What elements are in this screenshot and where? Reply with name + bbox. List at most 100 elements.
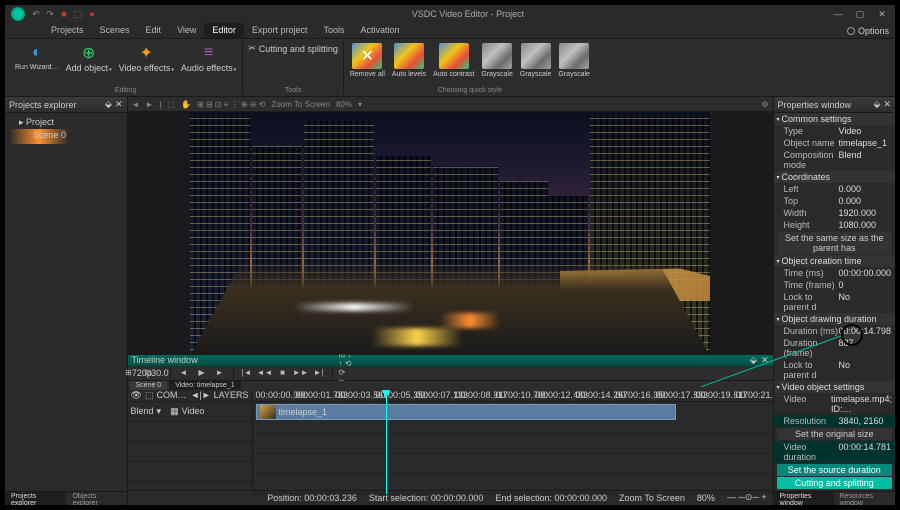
tool-select-icon[interactable]: ⬚ xyxy=(167,100,175,109)
group-tools-label: Tools xyxy=(285,87,301,94)
redo-icon[interactable]: ↷ xyxy=(45,9,55,20)
eye-icon[interactable]: 👁 xyxy=(131,390,142,401)
app-logo xyxy=(11,7,25,21)
qat: ↶ ↷ ■ ⬚ ● xyxy=(31,9,97,20)
tl-tab-scene[interactable]: Scene 0 xyxy=(130,381,168,390)
style-auto-contrast[interactable]: Auto contrast xyxy=(430,41,477,81)
tool-hand-icon[interactable]: ✋ xyxy=(181,100,191,109)
timeline-title: Timeline window xyxy=(132,355,198,365)
style-remove-all[interactable]: ✕Remove all xyxy=(347,41,388,81)
open-icon[interactable]: ⬚ xyxy=(73,9,83,20)
playhead[interactable] xyxy=(386,390,387,494)
tree-scene[interactable]: Scene 0 xyxy=(9,129,69,144)
project-tree: ▸ Project Scene 0 xyxy=(5,113,127,491)
tree-project[interactable]: ▸ Project xyxy=(9,116,123,129)
rec-icon[interactable]: ● xyxy=(87,9,97,20)
preview-toolbar: ◄ ► | ⬚ ✋ ⊞ ⊟ ⊡ ≡ ⋮ ⊕ ⊖ ⟲ Zoom To Screen… xyxy=(128,97,773,112)
menu-export[interactable]: Export project xyxy=(244,23,316,38)
group-styles-label: Choosing quick style xyxy=(438,87,502,94)
tl-stepback-icon[interactable]: ◄◄ xyxy=(258,366,272,380)
props-pin-icon[interactable]: ⬙ xyxy=(874,99,881,110)
titlebar: ↶ ↷ ■ ⬚ ● VSDC Video Editor - Project — … xyxy=(5,5,895,23)
tl-play-icon[interactable]: ▶ xyxy=(195,366,209,380)
tl-next-icon[interactable]: ► xyxy=(213,366,227,380)
btn-cutting-splitting[interactable]: Cutting and splitting xyxy=(777,477,893,489)
nav-right-icon[interactable]: ► xyxy=(145,100,153,109)
tl-end-icon[interactable]: ►| xyxy=(312,366,326,380)
sec-common[interactable]: Common settings xyxy=(774,113,896,125)
scissors-icon: ✂ xyxy=(248,43,256,54)
video-clip[interactable]: timelapse_1 xyxy=(256,404,676,420)
sec-vos[interactable]: Video object settings xyxy=(774,381,896,393)
save-icon[interactable]: ■ xyxy=(59,9,69,20)
tl-prev-icon[interactable]: ◄ xyxy=(177,366,191,380)
nav-left-icon[interactable]: ◄ xyxy=(132,100,140,109)
menu-view[interactable]: View xyxy=(169,23,204,38)
style-grayscale-2[interactable]: Grayscale xyxy=(517,41,555,81)
tl-stop-icon[interactable]: ■ xyxy=(276,366,290,380)
tl-res[interactable]: ⊞ 720p xyxy=(132,366,146,380)
sec-octime[interactable]: Object creation time xyxy=(774,255,896,267)
maximize-icon[interactable]: ▢ xyxy=(853,9,867,20)
status-start: Start selection: 00:00:00.000 xyxy=(369,493,484,503)
timeline-panel: Timeline window⬙✕ ⊞ 720p ⊡ 30.0 ◄ ▶ ► |◄… xyxy=(128,354,773,490)
btn-set-src-dur[interactable]: Set the source duration xyxy=(777,464,893,476)
pin-icon[interactable]: ⬙ xyxy=(105,99,112,110)
timeline-controls: ⊞ 720p ⊡ 30.0 ◄ ▶ ► |◄ ◄◄ ■ ►► ►| ⊟ ⊞ ⊡ … xyxy=(128,366,773,381)
status-end: End selection: 00:00:00.000 xyxy=(495,493,607,503)
gear-icon xyxy=(847,27,855,35)
projects-explorer-title: Projects explorer xyxy=(9,100,77,110)
tab-objects-explorer[interactable]: Objects explorer xyxy=(66,492,126,505)
zoom-mode[interactable]: Zoom To Screen xyxy=(271,100,330,109)
minimize-icon[interactable]: — xyxy=(831,9,845,20)
lock-icon[interactable]: ⬚ xyxy=(145,390,154,401)
timeline-pin-icon[interactable]: ⬙ xyxy=(750,355,757,366)
menubar: Projects Scenes Edit View Editor Export … xyxy=(5,23,895,39)
tl-stepfwd-icon[interactable]: ►► xyxy=(294,366,308,380)
options-button[interactable]: Options xyxy=(841,23,895,38)
menu-scenes[interactable]: Scenes xyxy=(92,23,138,38)
video-effects-button[interactable]: ✦Video effects▾ xyxy=(116,41,177,76)
preview-settings-icon[interactable]: ⚙ xyxy=(761,100,768,109)
add-object-button[interactable]: ⊕Add object▾ xyxy=(63,41,115,76)
props-close-icon[interactable]: ✕ xyxy=(883,99,891,110)
close-icon[interactable]: ✕ xyxy=(875,9,889,20)
style-grayscale-1[interactable]: Grayscale xyxy=(478,41,516,81)
timeline-tracks[interactable]: 00:00:00.00000:00:01.78300:00:03.56700:0… xyxy=(253,390,773,494)
window-title: VSDC Video Editor - Project xyxy=(105,9,831,19)
properties-title: Properties window xyxy=(778,100,852,110)
status-zoom: Zoom To Screen xyxy=(619,493,685,503)
tl-tab-video[interactable]: Video: timelapse_1 xyxy=(169,381,240,390)
zoom-slider[interactable]: — ─⊙─ + xyxy=(727,492,767,503)
panel-close-icon[interactable]: ✕ xyxy=(115,99,123,110)
zoom-pct[interactable]: 80% xyxy=(336,100,352,109)
projects-explorer-panel: Projects explorer ⬙✕ ▸ Project Scene 0 Pr… xyxy=(5,97,128,505)
timeline-ruler[interactable]: 00:00:00.00000:00:01.78300:00:03.56700:0… xyxy=(253,390,773,402)
tab-resources[interactable]: Resources window xyxy=(834,492,895,505)
status-position: Position: 00:00:03.236 xyxy=(267,493,357,503)
tl-start-icon[interactable]: |◄ xyxy=(240,366,254,380)
ribbon: ◐Run Wizard… ⊕Add object▾ ✦Video effects… xyxy=(5,39,895,97)
menu-edit[interactable]: Edit xyxy=(138,23,170,38)
tl-fps[interactable]: ⊡ 30.0 xyxy=(150,366,164,380)
tab-properties[interactable]: Properties window xyxy=(774,492,834,505)
group-editing-label: Editing xyxy=(115,87,136,94)
status-pct: 80% xyxy=(697,493,715,503)
run-wizard-button[interactable]: ◐Run Wizard… xyxy=(12,41,62,76)
annotation-cursor xyxy=(841,324,863,346)
menu-tools[interactable]: Tools xyxy=(315,23,352,38)
menu-editor[interactable]: Editor xyxy=(204,23,244,38)
preview-area[interactable] xyxy=(128,112,773,353)
tab-projects-explorer[interactable]: Projects explorer xyxy=(5,492,66,505)
style-auto-levels[interactable]: Auto levels xyxy=(389,41,429,81)
btn-same-size[interactable]: Set the same size as the parent has xyxy=(777,232,893,254)
menu-activation[interactable]: Activation xyxy=(352,23,407,38)
undo-icon[interactable]: ↶ xyxy=(31,9,41,20)
style-grayscale-3[interactable]: Grayscale xyxy=(555,41,593,81)
audio-effects-button[interactable]: ≡Audio effects▾ xyxy=(178,41,239,76)
cutting-splitting-button[interactable]: ✂Cutting and splitting xyxy=(248,43,338,54)
btn-orig-size[interactable]: Set the original size xyxy=(777,428,893,440)
sec-coords[interactable]: Coordinates xyxy=(774,171,896,183)
sec-oddur[interactable]: Object drawing duration xyxy=(774,313,896,325)
menu-projects[interactable]: Projects xyxy=(43,23,92,38)
